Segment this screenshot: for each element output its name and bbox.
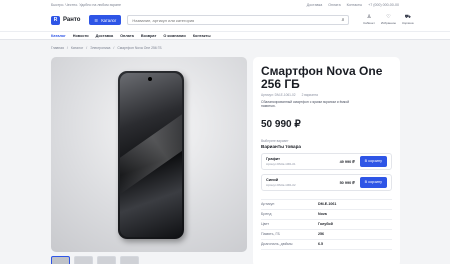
product-article: Артикул: DM-E-1061-02 [261,93,296,97]
product-title: Смартфон Nova One 256 ГБ [261,64,383,91]
search-input[interactable] [132,17,342,23]
variant-price: 49 990 ₽ [339,159,355,164]
variant-caption: Выберите вариант [261,138,289,143]
breadcrumb-catalog[interactable]: Каталог [71,46,83,50]
breadcrumb: Главная / Каталог / Электроника / Смартф… [51,46,162,50]
spec-key: Бренд [261,212,272,217]
variants-count: 2 варианта [301,93,318,97]
favorites-label: Избранное [380,21,397,25]
main-nav: Каталог Новости Доставка Оплата Возврат … [0,31,450,40]
spec-row: Бренд Nova [261,210,392,220]
variant-sku: Артикул DM-E-1061-02 [266,182,296,187]
product-description: Сбалансированный смартфон с ярким экрано… [261,100,350,109]
product-image[interactable] [51,57,247,252]
phone-illustration [118,71,184,239]
menu-icon: ☰ [94,17,99,23]
catalog-button-label: Каталог [101,17,117,23]
logo-text: Ранто [63,17,81,23]
variant-section-title: Варианты товара [261,143,301,149]
topbar-link-payment[interactable]: Оплата [328,3,340,7]
cart-label: Корзина [402,21,414,25]
heart-icon: ♡ [386,14,391,20]
add-to-cart-button[interactable]: В корзину [359,155,387,167]
thumbnail-2[interactable] [74,256,93,264]
nav-item-payment[interactable]: Оплата [120,34,134,38]
logo[interactable]: R Ранто [51,15,81,25]
cart-button[interactable]: ⛟ Корзина [402,14,414,26]
product-price: 50 990 ₽ [261,118,301,130]
spec-value: Голубой [318,222,333,227]
breadcrumb-separator: / [66,46,68,50]
spec-key: Диагональ, дюймы [261,242,293,247]
topbar-link-contacts[interactable]: Контакты [347,3,363,7]
phone-screen [120,73,182,237]
thumbnail-1[interactable] [51,256,70,264]
favorites-button[interactable]: ♡ Избранное [380,14,397,26]
spec-value: 256 [318,232,324,237]
breadcrumb-separator: / [113,46,115,50]
nav-item-about[interactable]: О компании [163,34,185,38]
spec-value: DM-E-1061 [318,202,337,207]
variant-name: Графит [266,156,280,161]
camera-dot [148,77,152,81]
catalog-button[interactable]: ☰ Каталог [89,15,122,25]
nav-item-catalog[interactable]: Каталог [51,34,66,38]
variant-name: Синий [266,177,279,182]
spec-row: Память, ГБ 256 [261,230,392,240]
spec-row: Диагональ, дюймы 6.5 [261,240,392,250]
topbar-phone[interactable]: +7 (000) 000-00-00 [368,3,399,7]
cart-icon: ⛟ [404,14,411,20]
spec-value: Nova [318,212,327,217]
variant-row[interactable]: Синий Артикул DM-E-1061-02 50 990 ₽ В ко… [261,173,392,191]
breadcrumb-home[interactable]: Главная [51,46,64,50]
tagline: Быстро. Честно. Удобно на любом экране [51,2,122,7]
spec-value: 6.5 [318,242,323,247]
breadcrumb-separator: / [86,46,88,50]
spec-row: Цвет Голубой [261,220,392,230]
search-icon[interactable]: ⌕ [342,17,345,23]
product-info-card: Смартфон Nova One 256 ГБ Артикул: DM-E-1… [253,57,400,264]
search-box[interactable]: ⌕ [127,15,350,25]
spec-key: Цвет [261,222,270,227]
account-label: Кабинет [363,21,375,25]
variant-price: 50 990 ₽ [339,180,355,185]
nav-item-delivery[interactable]: Доставка [96,34,113,38]
top-bar: Быстро. Честно. Удобно на любом экране Д… [0,0,450,9]
spec-key: Память, ГБ [261,232,280,237]
account-button[interactable]: ♙ Кабинет [363,14,375,26]
spec-key: Артикул [261,202,275,207]
breadcrumb-electronics[interactable]: Электроника [90,46,110,50]
header: R Ранто ☰ Каталог ⌕ ♙ Кабинет ♡ Избранно… [0,9,450,31]
user-icon: ♙ [366,14,372,20]
nav-item-news[interactable]: Новости [73,34,89,38]
add-to-cart-button[interactable]: В корзину [359,176,387,188]
breadcrumb-current: Смартфон Nova One 256 ГБ [117,46,162,50]
spec-row: Артикул DM-E-1061 [261,200,392,210]
nav-item-contacts[interactable]: Контакты [193,34,211,38]
variant-sku: Артикул DM-E-1061-01 [266,161,296,166]
specs-table: Артикул DM-E-1061 Бренд Nova Цвет Голубо… [261,198,392,250]
logo-mark: R [51,15,60,25]
nav-item-returns[interactable]: Возврат [141,34,157,38]
thumbnail-4[interactable] [120,256,139,264]
topbar-link-delivery[interactable]: Доставка [307,3,322,7]
variant-row[interactable]: Графит Артикул DM-E-1061-01 49 990 ₽ В к… [261,152,392,170]
thumbnail-3[interactable] [97,256,116,264]
thumbnail-strip [51,256,139,264]
